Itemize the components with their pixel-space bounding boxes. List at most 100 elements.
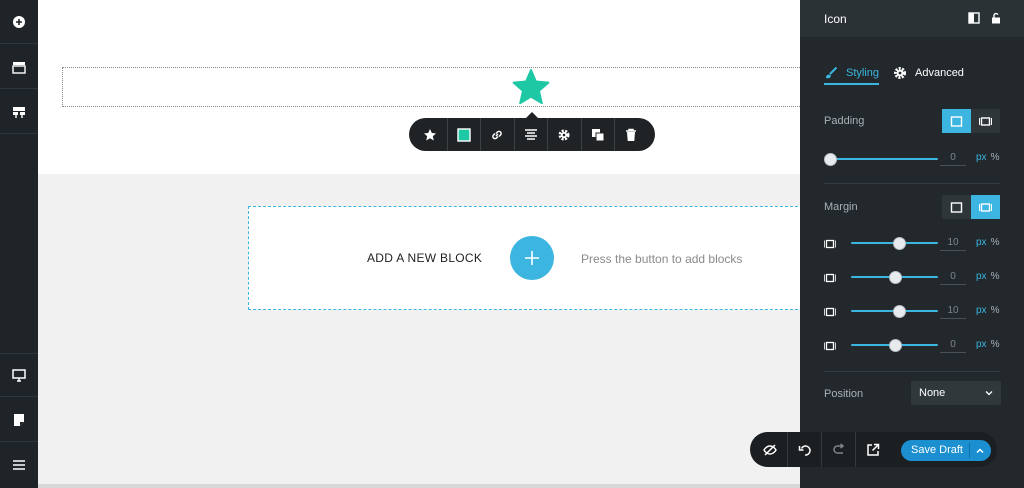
- padding-label: Padding: [824, 115, 865, 127]
- toolbar-duplicate-button[interactable]: [580, 118, 615, 151]
- margin-left-value-input[interactable]: 0: [940, 339, 966, 353]
- plus-icon: [525, 251, 539, 265]
- star-icon: [423, 128, 436, 140]
- toolbar-link-button[interactable]: [480, 118, 514, 151]
- duplicate-icon: [591, 128, 605, 141]
- notes-icon: [14, 413, 24, 426]
- position-select-value: None: [919, 387, 946, 399]
- responsive-view-button[interactable]: [0, 353, 38, 397]
- box-sides-icon: [979, 202, 992, 212]
- section-divider: [824, 183, 1000, 184]
- margin-left-slider[interactable]: [851, 339, 938, 352]
- box-all-icon: [950, 115, 963, 127]
- templates-icon: [13, 106, 25, 118]
- toolbar-icon-button[interactable]: [413, 118, 447, 151]
- editor-canvas: ADD A NEW BLOCK Press the button to add …: [38, 0, 808, 488]
- toolbar-delete-button[interactable]: [614, 118, 648, 151]
- toggle-visibility-button[interactable]: [753, 432, 787, 467]
- notes-button[interactable]: [0, 398, 38, 442]
- toolbar-settings-button[interactable]: [547, 118, 581, 151]
- settings-panel: Icon Styling Advanced Padding 0 px% Marg…: [800, 0, 1024, 488]
- margin-bottom-icon: [824, 307, 836, 317]
- padding-unit: px%: [976, 152, 999, 163]
- save-divider: [969, 443, 970, 458]
- margin-all-button[interactable]: [942, 195, 971, 219]
- star-icon[interactable]: [512, 68, 550, 106]
- margin-unit: px%: [976, 271, 999, 282]
- link-icon: [492, 130, 503, 139]
- unit-px[interactable]: px: [976, 271, 987, 282]
- color-swatch-icon: [457, 127, 471, 142]
- padding-slider-track: [824, 158, 938, 160]
- margin-right-icon: [824, 273, 836, 283]
- hide-icon: [763, 443, 777, 456]
- toolbar-color-button[interactable]: [446, 118, 481, 151]
- menu-icon: [13, 460, 25, 470]
- toolbar-align-button[interactable]: [513, 118, 548, 151]
- padding-slider[interactable]: [824, 153, 938, 166]
- margin-top-slider[interactable]: [851, 237, 938, 250]
- margin-slider-thumb[interactable]: [892, 237, 906, 250]
- unlock-icon[interactable]: [990, 12, 1002, 24]
- margin-right-value-input[interactable]: 0: [940, 271, 966, 285]
- chevron-up-icon[interactable]: [975, 446, 985, 456]
- add-element-button[interactable]: [0, 0, 38, 44]
- tab-styling-label: Styling: [846, 67, 880, 79]
- unit-percent[interactable]: %: [991, 305, 1000, 316]
- position-select[interactable]: None: [911, 381, 1001, 405]
- content-section: [38, 0, 802, 174]
- padding-slider-thumb[interactable]: [824, 153, 837, 166]
- margin-slider-thumb[interactable]: [888, 339, 902, 352]
- add-block-button[interactable]: [510, 236, 554, 280]
- panel-header: Icon: [800, 0, 1024, 37]
- unit-px[interactable]: px: [976, 339, 987, 350]
- redo-button[interactable]: [821, 432, 855, 467]
- margin-right-slider[interactable]: [851, 271, 938, 284]
- unit-px[interactable]: px: [976, 305, 987, 316]
- margin-left-icon: [824, 341, 836, 351]
- layers-button[interactable]: [0, 45, 38, 89]
- panel-layout-icon[interactable]: [968, 12, 980, 24]
- redo-icon: [832, 442, 844, 454]
- box-all-icon: [950, 201, 963, 213]
- desktop-icon: [12, 369, 26, 382]
- add-block-hint: Press the button to add blocks: [581, 252, 743, 266]
- padding-sides-button[interactable]: [971, 109, 1000, 133]
- margin-slider-thumb[interactable]: [892, 305, 906, 318]
- margin-slider-thumb[interactable]: [888, 271, 902, 284]
- margin-label: Margin: [824, 201, 858, 213]
- tab-advanced[interactable]: Advanced: [893, 61, 964, 85]
- unit-px[interactable]: px: [976, 237, 987, 248]
- margin-bottom-value-input[interactable]: 10: [940, 305, 966, 319]
- tab-advanced-label: Advanced: [915, 67, 964, 79]
- undo-button[interactable]: [787, 432, 821, 467]
- padding-all-button[interactable]: [942, 109, 971, 133]
- left-sidebar: [0, 0, 38, 488]
- plus-circle-icon: [13, 15, 25, 28]
- icon-element-outline[interactable]: [62, 67, 802, 107]
- unit-percent[interactable]: %: [991, 152, 1000, 163]
- undo-icon: [798, 444, 811, 456]
- margin-top-value-input[interactable]: 10: [940, 237, 966, 251]
- padding-value-input[interactable]: 0: [940, 152, 966, 166]
- gear-icon: [894, 67, 906, 79]
- unit-px[interactable]: px: [976, 152, 987, 163]
- brush-icon: [826, 66, 838, 79]
- gear-icon: [558, 129, 570, 140]
- tab-styling[interactable]: Styling: [824, 61, 879, 85]
- unit-percent[interactable]: %: [991, 271, 1000, 282]
- unit-percent[interactable]: %: [991, 237, 1000, 248]
- trash-icon: [626, 128, 637, 141]
- unit-percent[interactable]: %: [991, 339, 1000, 350]
- external-link-icon: [866, 443, 879, 456]
- margin-sides-button[interactable]: [971, 195, 1000, 219]
- box-sides-icon: [979, 116, 992, 126]
- margin-top-icon: [824, 239, 836, 249]
- save-draft-button[interactable]: Save Draft: [901, 440, 991, 461]
- main-menu-button[interactable]: [0, 443, 38, 487]
- position-label: Position: [824, 388, 864, 400]
- align-icon: [524, 128, 537, 140]
- preview-button[interactable]: [855, 432, 889, 467]
- margin-bottom-slider[interactable]: [851, 305, 938, 318]
- templates-button[interactable]: [0, 90, 38, 134]
